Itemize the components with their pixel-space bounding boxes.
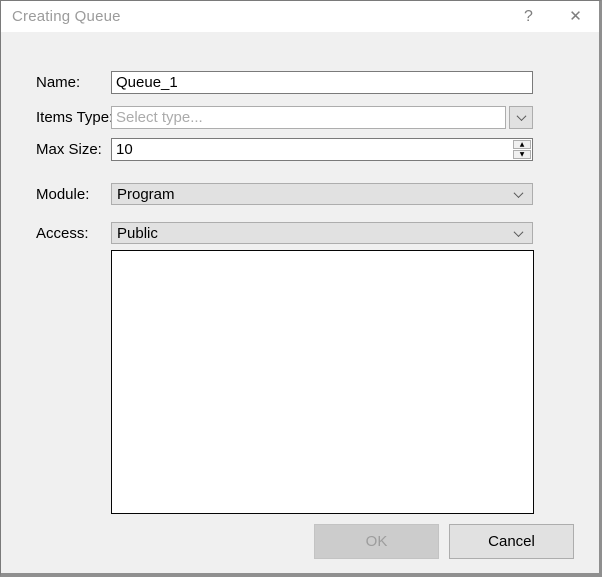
max-size-input[interactable]	[111, 138, 533, 161]
ok-button[interactable]: OK	[314, 524, 439, 559]
max-size-spinner: ▲ ▼	[111, 138, 533, 161]
titlebar-buttons: ? ✕	[505, 1, 599, 32]
items-list-panel[interactable]	[111, 250, 534, 514]
close-icon: ✕	[569, 9, 582, 24]
cancel-button[interactable]: Cancel	[449, 524, 574, 559]
arrow-up-icon: ▲	[520, 142, 525, 148]
title-bar[interactable]: Creating Queue ? ✕	[1, 1, 599, 32]
spinner-buttons: ▲ ▼	[513, 140, 531, 159]
spin-down-button[interactable]: ▼	[513, 150, 531, 159]
creating-queue-dialog: Creating Queue ? ✕ Name: Items Type: Max…	[0, 0, 602, 577]
items-type-combobox	[111, 106, 533, 129]
module-selected-value: Program	[117, 186, 515, 203]
items-type-dropdown-button[interactable]	[509, 106, 533, 129]
name-label: Name:	[36, 71, 80, 94]
help-button[interactable]: ?	[505, 1, 552, 32]
chevron-down-icon	[514, 188, 524, 198]
close-button[interactable]: ✕	[552, 1, 599, 32]
access-label: Access:	[36, 222, 89, 244]
chevron-down-icon	[516, 111, 526, 121]
chevron-down-icon	[514, 227, 524, 237]
name-input[interactable]	[111, 71, 533, 94]
arrow-down-icon: ▼	[520, 152, 525, 158]
spin-up-button[interactable]: ▲	[513, 140, 531, 149]
window-title: Creating Queue	[12, 8, 121, 25]
module-select[interactable]: Program	[111, 183, 533, 205]
help-icon: ?	[524, 9, 533, 25]
access-select[interactable]: Public	[111, 222, 533, 244]
max-size-label: Max Size:	[36, 138, 102, 161]
items-type-label: Items Type:	[36, 106, 113, 129]
access-selected-value: Public	[117, 225, 515, 242]
module-label: Module:	[36, 183, 89, 205]
items-type-input[interactable]	[111, 106, 506, 129]
